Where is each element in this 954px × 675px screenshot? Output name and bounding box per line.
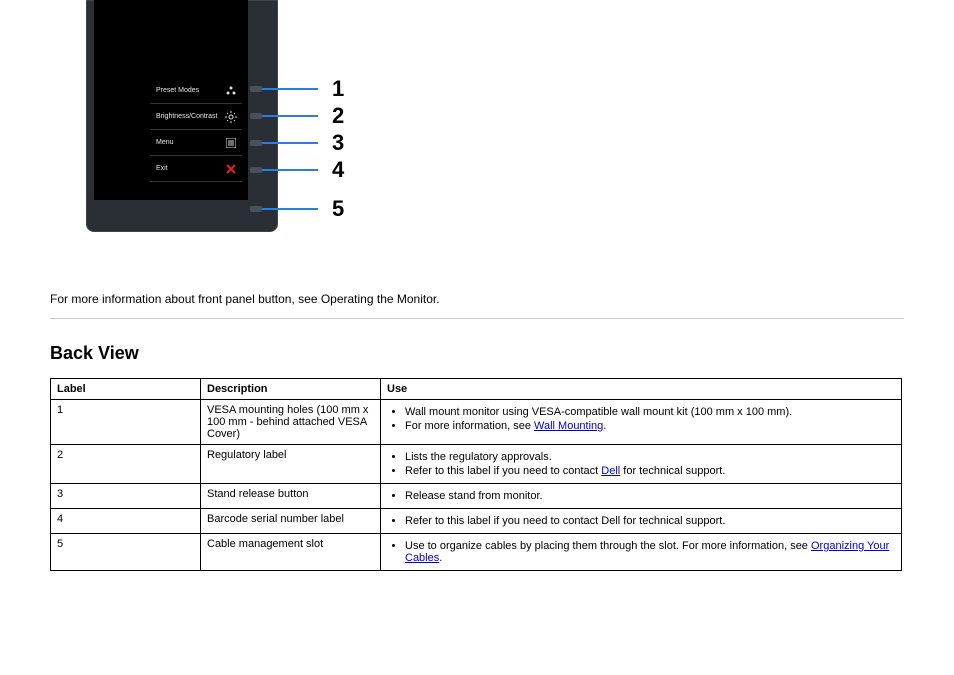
callout-number: 5 [332,196,344,222]
cross-reference-link[interactable]: Dell [601,465,620,477]
leader-line [262,88,318,90]
front-button-3 [250,140,262,146]
front-button-5 [250,206,262,212]
osd-item-menu: Menu [150,130,242,156]
list-item: Lists the regulatory approvals. [405,451,895,463]
section-title-back-view: Back View [50,343,904,364]
osd-item-preset-modes: Preset Modes [150,78,242,104]
back-view-table: Label Description Use 1VESA mounting hol… [50,378,902,571]
table-cell-use: Wall mount monitor using VESA-compatible… [381,400,902,445]
list-item: Refer to this label if you need to conta… [405,465,895,477]
close-icon [224,164,238,174]
table-cell-use: Lists the regulatory approvals. Refer to … [381,445,902,484]
callout-number: 4 [332,157,344,183]
list-item: Refer to this label if you need to conta… [405,515,895,527]
front-button-4 [250,167,262,173]
table-cell-use: Release stand from monitor. [381,484,902,509]
menu-icon [224,138,238,148]
osd-label: Menu [156,139,174,146]
table-cell-label: 1 [51,400,201,445]
osd-item-exit: Exit [150,156,242,182]
cross-reference-link[interactable]: Organizing Your Cables [405,540,889,564]
osd-label: Brightness/Contrast [156,113,217,120]
table-header-label: Label [51,379,201,400]
monitor-front-panel-figure: Preset Modes Brightness/Contrast Menu Ex… [50,0,310,250]
table-cell-use: Refer to this label if you need to conta… [381,509,902,534]
callout-number: 2 [332,103,344,129]
table-cell-label: 5 [51,534,201,571]
table-row: 4Barcode serial number label Refer to thi… [51,509,902,534]
front-button-2 [250,113,262,119]
table-row: 5Cable management slot Use to organize ca… [51,534,902,571]
table-cell-description: Barcode serial number label [201,509,381,534]
brightness-icon [224,111,238,123]
table-cell-description: VESA mounting holes (100 mm x 100 mm - b… [201,400,381,445]
table-cell-use: Use to organize cables by placing them t… [381,534,902,571]
cross-reference-link[interactable]: Wall Mounting [534,420,603,432]
front-button-1 [250,86,262,92]
table-cell-description: Regulatory label [201,445,381,484]
table-row: 1VESA mounting holes (100 mm x 100 mm - … [51,400,902,445]
callout-number: 3 [332,130,344,156]
osd-menu: Preset Modes Brightness/Contrast Menu Ex… [150,78,242,182]
section-divider [50,318,904,319]
table-cell-label: 4 [51,509,201,534]
list-item: Release stand from monitor. [405,490,895,502]
figure-caption: For more information about front panel b… [50,290,904,308]
list-item: Use to organize cables by placing them t… [405,540,895,564]
preset-modes-icon [224,86,238,96]
table-row: 3Stand release button Release stand from … [51,484,902,509]
table-cell-label: 2 [51,445,201,484]
osd-label: Exit [156,165,168,172]
table-row: 2Regulatory labelLists the regulatory ap… [51,445,902,484]
leader-line [262,169,318,171]
table-cell-description: Stand release button [201,484,381,509]
callout-number: 1 [332,76,344,102]
table-header-use: Use [381,379,902,400]
leader-line [262,208,318,210]
leader-line [262,142,318,144]
list-item: Wall mount monitor using VESA-compatible… [405,406,895,418]
table-cell-description: Cable management slot [201,534,381,571]
osd-label: Preset Modes [156,87,199,94]
list-item: For more information, see Wall Mounting. [405,420,895,432]
table-cell-label: 3 [51,484,201,509]
osd-item-brightness: Brightness/Contrast [150,104,242,130]
table-header-description: Description [201,379,381,400]
leader-line [262,115,318,117]
